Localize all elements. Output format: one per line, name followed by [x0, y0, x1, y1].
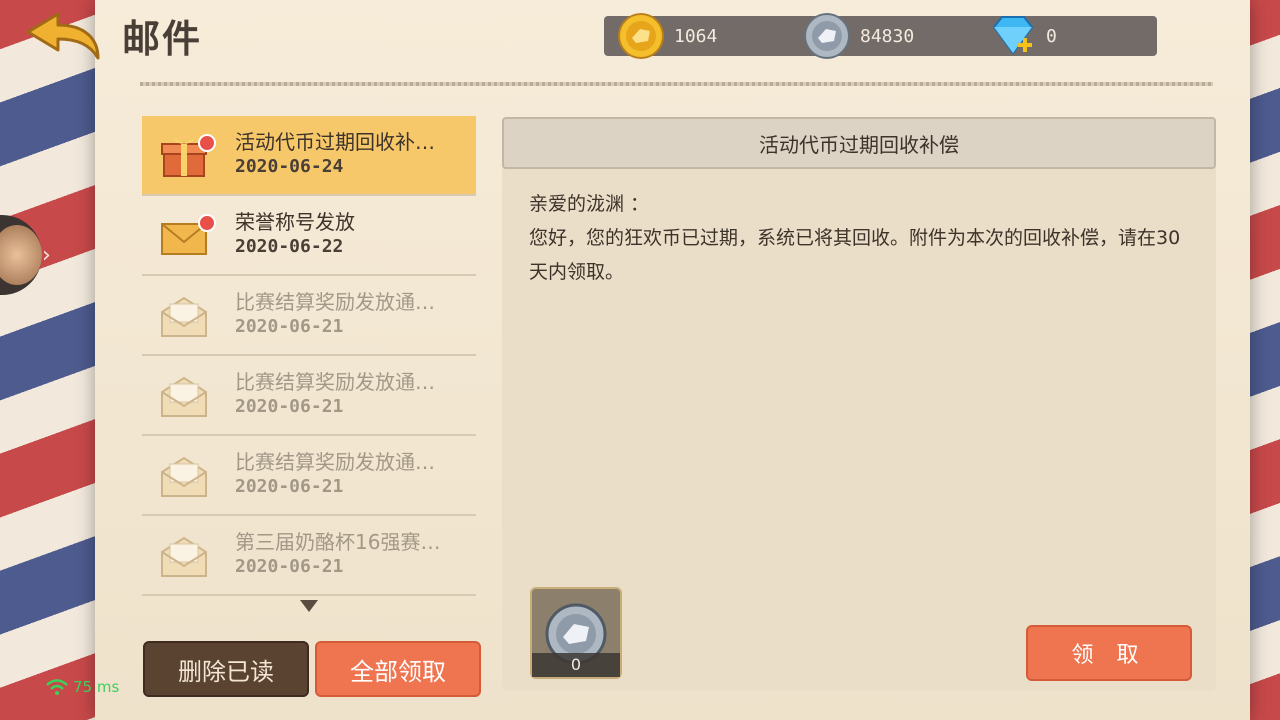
attachment-count: 0	[532, 653, 620, 677]
mail-subject: 比赛结算奖励发放通…	[235, 450, 435, 474]
mail-subject: 第三届奶酪杯16强赛…	[235, 530, 441, 554]
mail-list[interactable]: 活动代币过期回收补… 2020-06-24 荣誉称号发放 2020-06-22 …	[142, 116, 476, 596]
silver-coin-icon	[804, 13, 850, 59]
chevron-right-icon[interactable]: ›	[42, 243, 51, 268]
currency-bar: 1064 84830 0	[604, 13, 1157, 59]
left-stripes	[0, 0, 100, 720]
scroll-down-arrow-icon[interactable]	[300, 600, 318, 612]
mail-date: 2020-06-21	[235, 556, 344, 577]
mail-subject: 活动代币过期回收补…	[235, 130, 435, 154]
mail-date: 2020-06-21	[235, 396, 344, 417]
mail-item[interactable]: 荣誉称号发放 2020-06-22	[142, 196, 476, 276]
open-envelope-icon	[161, 456, 207, 497]
mail-subject: 比赛结算奖励发放通…	[235, 290, 435, 314]
back-arrow-icon[interactable]	[24, 10, 102, 62]
unread-dot	[198, 214, 216, 232]
gold-currency: 1064	[618, 13, 718, 59]
mail-body: 您好，您的狂欢币已过期，系统已将其回收。附件为本次的回收补偿，请在30天内领取。	[529, 227, 1181, 283]
mail-item[interactable]: 比赛结算奖励发放通… 2020-06-21	[142, 436, 476, 516]
diamond-currency[interactable]: 0	[990, 16, 1057, 56]
silver-currency: 84830	[804, 13, 915, 59]
mail-detail-panel: 活动代币过期回收补偿 亲爱的泷渊 ： 您好，您的狂欢币已过期，系统已将其回收。附…	[502, 117, 1216, 691]
page-title: 邮件	[122, 16, 203, 61]
mail-date: 2020-06-21	[235, 316, 344, 337]
silver-amount: 84830	[860, 25, 915, 47]
network-status: 75 ms	[46, 678, 119, 696]
mail-item[interactable]: 活动代币过期回收补… 2020-06-24	[142, 116, 476, 196]
gold-amount: 1064	[674, 25, 718, 47]
mail-subject: 荣誉称号发放	[235, 210, 355, 234]
mail-item[interactable]: 比赛结算奖励发放通… 2020-06-21	[142, 356, 476, 436]
mail-item[interactable]: 比赛结算奖励发放通… 2020-06-21	[142, 276, 476, 356]
mail-date: 2020-06-22	[235, 236, 344, 257]
delete-read-button[interactable]: 删除已读	[143, 641, 309, 697]
diamond-plus-icon[interactable]	[990, 13, 1036, 59]
open-envelope-icon	[161, 296, 207, 337]
wifi-icon	[46, 679, 68, 695]
mail-greeting: 亲爱的泷渊 ：	[529, 193, 650, 215]
mail-subject: 比赛结算奖励发放通…	[235, 370, 435, 394]
mail-date: 2020-06-21	[235, 476, 344, 497]
mail-date: 2020-06-24	[235, 156, 344, 177]
header-divider	[140, 82, 1213, 86]
claim-all-button[interactable]: 全部领取	[315, 641, 481, 697]
open-envelope-icon	[161, 536, 207, 577]
attachment-slot[interactable]: 0	[530, 587, 622, 679]
unread-dot	[198, 134, 216, 152]
open-envelope-icon	[161, 376, 207, 417]
claim-button[interactable]: 领 取	[1026, 625, 1192, 681]
diamond-amount: 0	[1046, 25, 1057, 47]
gold-coin-icon	[618, 13, 664, 59]
ping-value: 75 ms	[73, 678, 120, 696]
mail-detail-title: 活动代币过期回收补偿	[502, 117, 1216, 169]
mail-item[interactable]: 第三届奶酪杯16强赛… 2020-06-21	[142, 516, 476, 596]
